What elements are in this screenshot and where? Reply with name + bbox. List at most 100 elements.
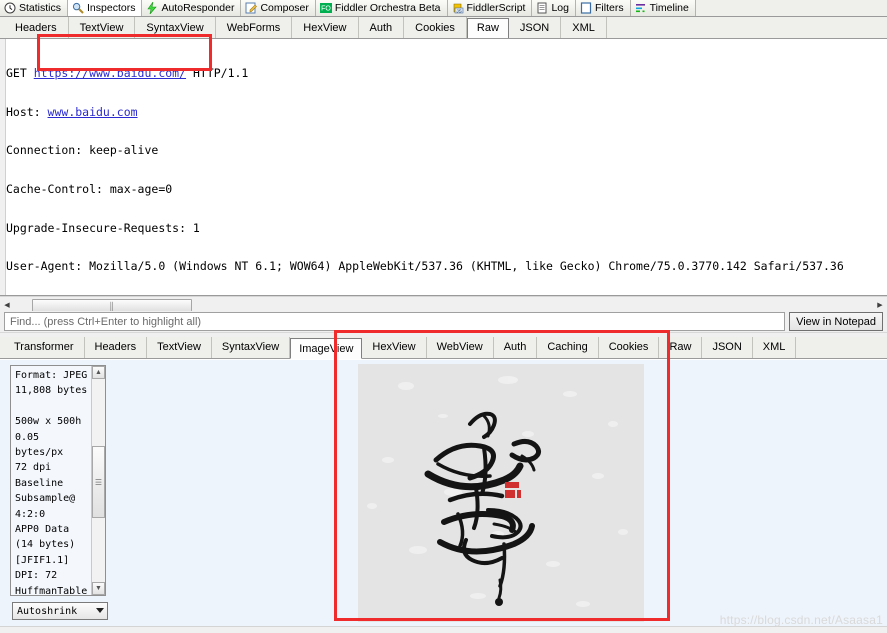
pencil-note-icon — [245, 2, 258, 14]
tab-label: ImageView — [299, 342, 354, 355]
tab-label: Cookies — [608, 341, 649, 353]
tab-label: XML — [762, 341, 786, 353]
tab-label: Headers — [94, 341, 137, 353]
tab-label: TextView — [79, 21, 124, 34]
clock-icon — [4, 2, 16, 14]
metadata-scrollbar-thumb[interactable]: ☰ — [92, 446, 105, 518]
main-tab-label: Timeline — [649, 2, 689, 14]
chevron-down-icon — [96, 608, 104, 613]
request-tabstrip-filler — [607, 17, 887, 38]
image-metadata-text: Format: JPEG 11,808 bytes 500w x 500h 0.… — [15, 370, 88, 596]
image-preview[interactable] — [358, 364, 644, 622]
header-user-agent: User-Agent: Mozilla/5.0 (Windows NT 6.1;… — [6, 259, 844, 274]
tab-label: Headers — [15, 21, 57, 34]
tab-label: Raw — [669, 341, 692, 353]
tab-response-imageview[interactable]: ImageView — [290, 338, 363, 359]
main-tab-label: AutoResponder — [161, 2, 235, 14]
tab-request-syntaxview[interactable]: SyntaxView — [135, 17, 216, 38]
tab-request-headers[interactable]: Headers — [4, 17, 69, 38]
imageview-body: Format: JPEG 11,808 bytes 500w x 500h 0.… — [0, 359, 887, 633]
tab-response-webview[interactable]: WebView — [427, 337, 494, 358]
shrink-mode-value: Autoshrink — [17, 605, 78, 617]
tab-response-auth[interactable]: Auth — [494, 337, 538, 358]
tab-label: SyntaxView — [221, 341, 280, 353]
tab-label: HexView — [372, 341, 416, 353]
tab-label: Auth — [369, 21, 393, 34]
tab-label: Transformer — [14, 341, 74, 353]
request-raw-panel[interactable]: GET https://www.baidu.com/ HTTP/1.1 Host… — [0, 38, 887, 296]
header-host: Host: www.baidu.com — [6, 104, 887, 119]
scroll-right-arrow-icon[interactable]: ▶ — [873, 298, 887, 311]
tab-response-headers[interactable]: Headers — [85, 337, 148, 358]
scrollbar-track[interactable]: ║ — [14, 298, 873, 313]
request-url-link[interactable]: https://www.baidu.com/ — [34, 66, 186, 80]
scroll-left-arrow-icon[interactable]: ◀ — [0, 298, 14, 311]
tab-response-cookies[interactable]: Cookies — [599, 337, 660, 358]
tab-request-webforms[interactable]: WebForms — [216, 17, 293, 38]
tab-response-hexview[interactable]: HexView — [362, 337, 427, 358]
tab-label: Cookies — [415, 21, 455, 34]
tab-request-cookies[interactable]: Cookies — [404, 17, 467, 38]
main-tab-fiddlerscript[interactable]: JS FiddlerScript — [447, 0, 533, 16]
request-inspector-tabstrip: Headers TextView SyntaxView WebForms Hex… — [0, 17, 887, 39]
request-method: GET — [6, 65, 34, 80]
tab-request-xml[interactable]: XML — [561, 17, 607, 38]
main-tab-label: FiddlerScript — [466, 2, 526, 14]
log-list-icon — [536, 2, 548, 14]
host-label: Host: — [6, 104, 48, 119]
main-tab-log[interactable]: Log — [532, 0, 576, 16]
tab-request-raw[interactable]: Raw — [466, 18, 509, 39]
request-horizontal-scrollbar[interactable]: ◀ ║ ▶ — [0, 296, 887, 313]
fo-badge-icon: FO — [319, 2, 332, 14]
main-tabstrip: Statistics Inspectors AutoResponder Comp… — [0, 0, 887, 17]
tab-request-textview[interactable]: TextView — [69, 17, 136, 38]
response-tabstrip-filler — [796, 337, 887, 358]
filter-square-icon — [580, 2, 592, 14]
main-tab-label: Filters — [594, 2, 624, 14]
request-version: HTTP/1.1 — [186, 65, 249, 80]
calligraphy-image — [358, 364, 644, 622]
tab-label: JSON — [712, 341, 742, 353]
main-tab-label: Statistics — [19, 2, 62, 14]
tab-request-auth[interactable]: Auth — [359, 17, 405, 38]
lightning-icon — [146, 1, 158, 16]
header-cache-control: Cache-Control: max-age=0 — [6, 181, 173, 196]
tab-response-transformer[interactable]: Transformer — [4, 337, 85, 358]
request-raw-text: GET https://www.baidu.com/ HTTP/1.1 Host… — [6, 41, 887, 295]
find-input[interactable]: Find... (press Ctrl+Enter to highlight a… — [4, 312, 786, 331]
header-upgrade-insecure-requests: Upgrade-Insecure-Requests: 1 — [6, 220, 200, 235]
tab-response-textview[interactable]: TextView — [147, 337, 212, 358]
main-tab-autoresponder[interactable]: AutoResponder — [142, 0, 242, 16]
view-in-notepad-button[interactable]: View in Notepad — [789, 312, 883, 331]
main-tab-filters[interactable]: Filters — [575, 0, 631, 16]
tab-response-raw[interactable]: Raw — [659, 337, 703, 358]
host-value-link[interactable]: www.baidu.com — [48, 105, 138, 119]
tab-label: Raw — [476, 22, 499, 34]
main-tab-statistics[interactable]: Statistics — [0, 0, 69, 16]
main-tab-composer[interactable]: Composer — [241, 0, 316, 16]
tab-label: XML — [572, 21, 595, 34]
main-tab-inspectors[interactable]: Inspectors — [68, 0, 143, 16]
scroll-down-arrow-icon[interactable]: ▼ — [92, 582, 105, 595]
svg-text:JS: JS — [456, 8, 461, 13]
main-tab-timeline[interactable]: Timeline — [630, 0, 696, 16]
tab-label: JSON — [519, 21, 550, 34]
tab-request-hexview[interactable]: HexView — [292, 17, 359, 38]
image-shrink-mode-select[interactable]: Autoshrink — [12, 602, 108, 620]
scroll-up-arrow-icon[interactable]: ▲ — [92, 366, 105, 379]
svg-text:FO: FO — [321, 6, 331, 13]
csdn-watermark: https://blog.csdn.net/Asaasa1 — [719, 613, 883, 627]
find-bar: Find... (press Ctrl+Enter to highlight a… — [0, 311, 887, 332]
tab-label: TextView — [157, 341, 201, 353]
js-script-icon: JS — [452, 2, 464, 14]
tab-label: WebView — [436, 341, 483, 353]
image-metadata-box[interactable]: Format: JPEG 11,808 bytes 500w x 500h 0.… — [10, 365, 106, 596]
tab-request-json[interactable]: JSON — [509, 17, 562, 38]
tab-response-xml[interactable]: XML — [753, 337, 797, 358]
tab-response-json[interactable]: JSON — [702, 337, 753, 358]
main-tab-fiddler-orchestra[interactable]: FO Fiddler Orchestra Beta — [315, 0, 448, 16]
tab-response-caching[interactable]: Caching — [537, 337, 599, 358]
metadata-vertical-scrollbar[interactable]: ▲ ☰ ▼ — [91, 366, 105, 595]
tab-label: SyntaxView — [146, 21, 204, 34]
tab-response-syntaxview[interactable]: SyntaxView — [212, 337, 291, 358]
